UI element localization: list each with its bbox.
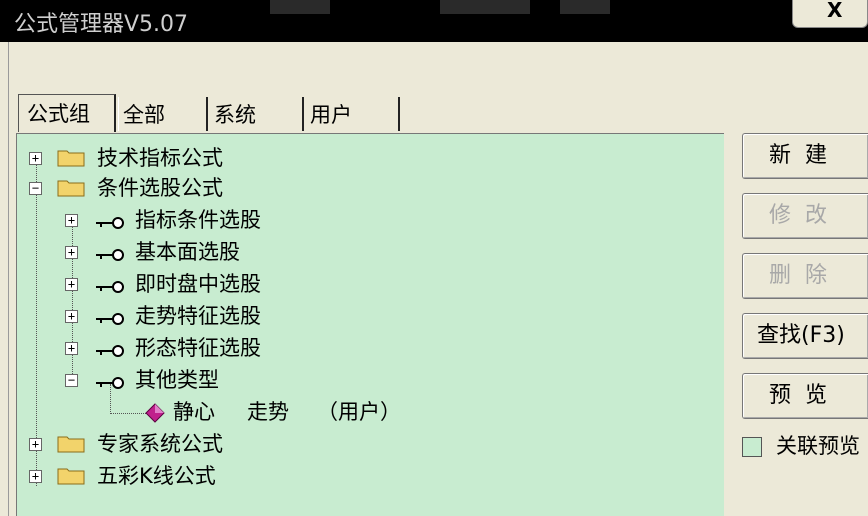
new-button[interactable]: 新建 [742, 133, 868, 179]
tree-item-technical[interactable]: + 技术指标公式 [17, 143, 717, 173]
tree-item-label: 五彩K线公式 [97, 464, 216, 488]
tree-item-realtime[interactable]: + 即时盘中选股 [17, 269, 717, 299]
background-decor [560, 0, 610, 14]
key-icon [95, 212, 125, 229]
key-icon [95, 276, 125, 293]
tree-line [110, 413, 146, 414]
expand-icon[interactable]: + [65, 246, 78, 259]
tree-item-label: 走势特征选股 [135, 304, 261, 328]
modify-button[interactable]: 修改 [742, 193, 868, 239]
expand-icon[interactable]: + [65, 214, 78, 227]
formula-description: 走势 [247, 400, 289, 424]
expand-icon[interactable]: + [65, 278, 78, 291]
preview-button[interactable]: 预览 [742, 373, 868, 419]
expand-icon[interactable]: + [29, 152, 42, 165]
find-button[interactable]: 查找(F3) [742, 313, 868, 359]
collapse-icon[interactable]: − [29, 182, 42, 195]
tab-all[interactable]: 全部 [118, 97, 208, 131]
folder-open-icon [57, 177, 85, 197]
tab-system[interactable]: 系统 [210, 97, 304, 131]
tree-item-label: 即时盘中选股 [135, 272, 261, 296]
key-icon [95, 308, 125, 325]
tree-item-colorful-k[interactable]: + 五彩K线公式 [17, 461, 717, 491]
expand-icon[interactable]: + [65, 310, 78, 323]
link-preview-checkbox[interactable] [742, 437, 762, 457]
key-icon [95, 340, 125, 357]
expand-icon[interactable]: + [65, 342, 78, 355]
title-bar[interactable]: 公式管理器V5.07 X [0, 0, 868, 42]
link-preview-label: 关联预览 [776, 434, 860, 458]
collapse-icon[interactable]: − [65, 374, 78, 387]
expand-icon[interactable]: + [29, 438, 42, 451]
folder-icon [57, 433, 85, 453]
formula-name: 静心 [173, 400, 215, 424]
tree-item-label: 其他类型 [135, 368, 219, 392]
window-title: 公式管理器V5.07 [14, 12, 189, 37]
tree-item-label: 专家系统公式 [97, 432, 223, 456]
tree-item-pattern[interactable]: + 形态特征选股 [17, 333, 717, 363]
tree-item-trend[interactable]: + 走势特征选股 [17, 301, 717, 331]
expand-icon[interactable]: + [29, 470, 42, 483]
delete-button[interactable]: 删除 [742, 253, 868, 299]
tree-item-label: 基本面选股 [135, 240, 240, 264]
tree-item-expert[interactable]: + 专家系统公式 [17, 429, 717, 459]
tab-user[interactable]: 用户 [306, 97, 400, 131]
key-icon [95, 244, 125, 261]
formula-icon [145, 403, 165, 428]
folder-icon [57, 465, 85, 485]
close-button[interactable]: X [792, 0, 868, 28]
tree-item-label: 条件选股公式 [97, 176, 223, 200]
close-icon: X [827, 0, 843, 22]
tree-item-conditions[interactable]: − 条件选股公式 [17, 173, 717, 203]
tree-item-label: 技术指标公式 [97, 146, 223, 170]
background-decor [440, 0, 530, 14]
background-decor [270, 0, 330, 14]
formula-tree[interactable]: + 技术指标公式 − 条件选股公式 + 指标条件选股 + 基本面选股 + 即时盘… [16, 133, 724, 516]
tree-item-fundamentals[interactable]: + 基本面选股 [17, 237, 717, 267]
tree-item-formula[interactable]: 静心 走势 （用户） [17, 397, 717, 427]
tree-item-label: 形态特征选股 [135, 336, 261, 360]
tree-item-indicator-conditions[interactable]: + 指标条件选股 [17, 205, 717, 235]
formula-owner: （用户） [317, 400, 401, 424]
key-icon [95, 372, 125, 389]
folder-icon [57, 147, 85, 167]
tab-formula-group[interactable]: 公式组 [18, 94, 116, 132]
tree-item-label: 指标条件选股 [135, 208, 261, 232]
tree-item-other[interactable]: − 其他类型 [17, 365, 717, 395]
